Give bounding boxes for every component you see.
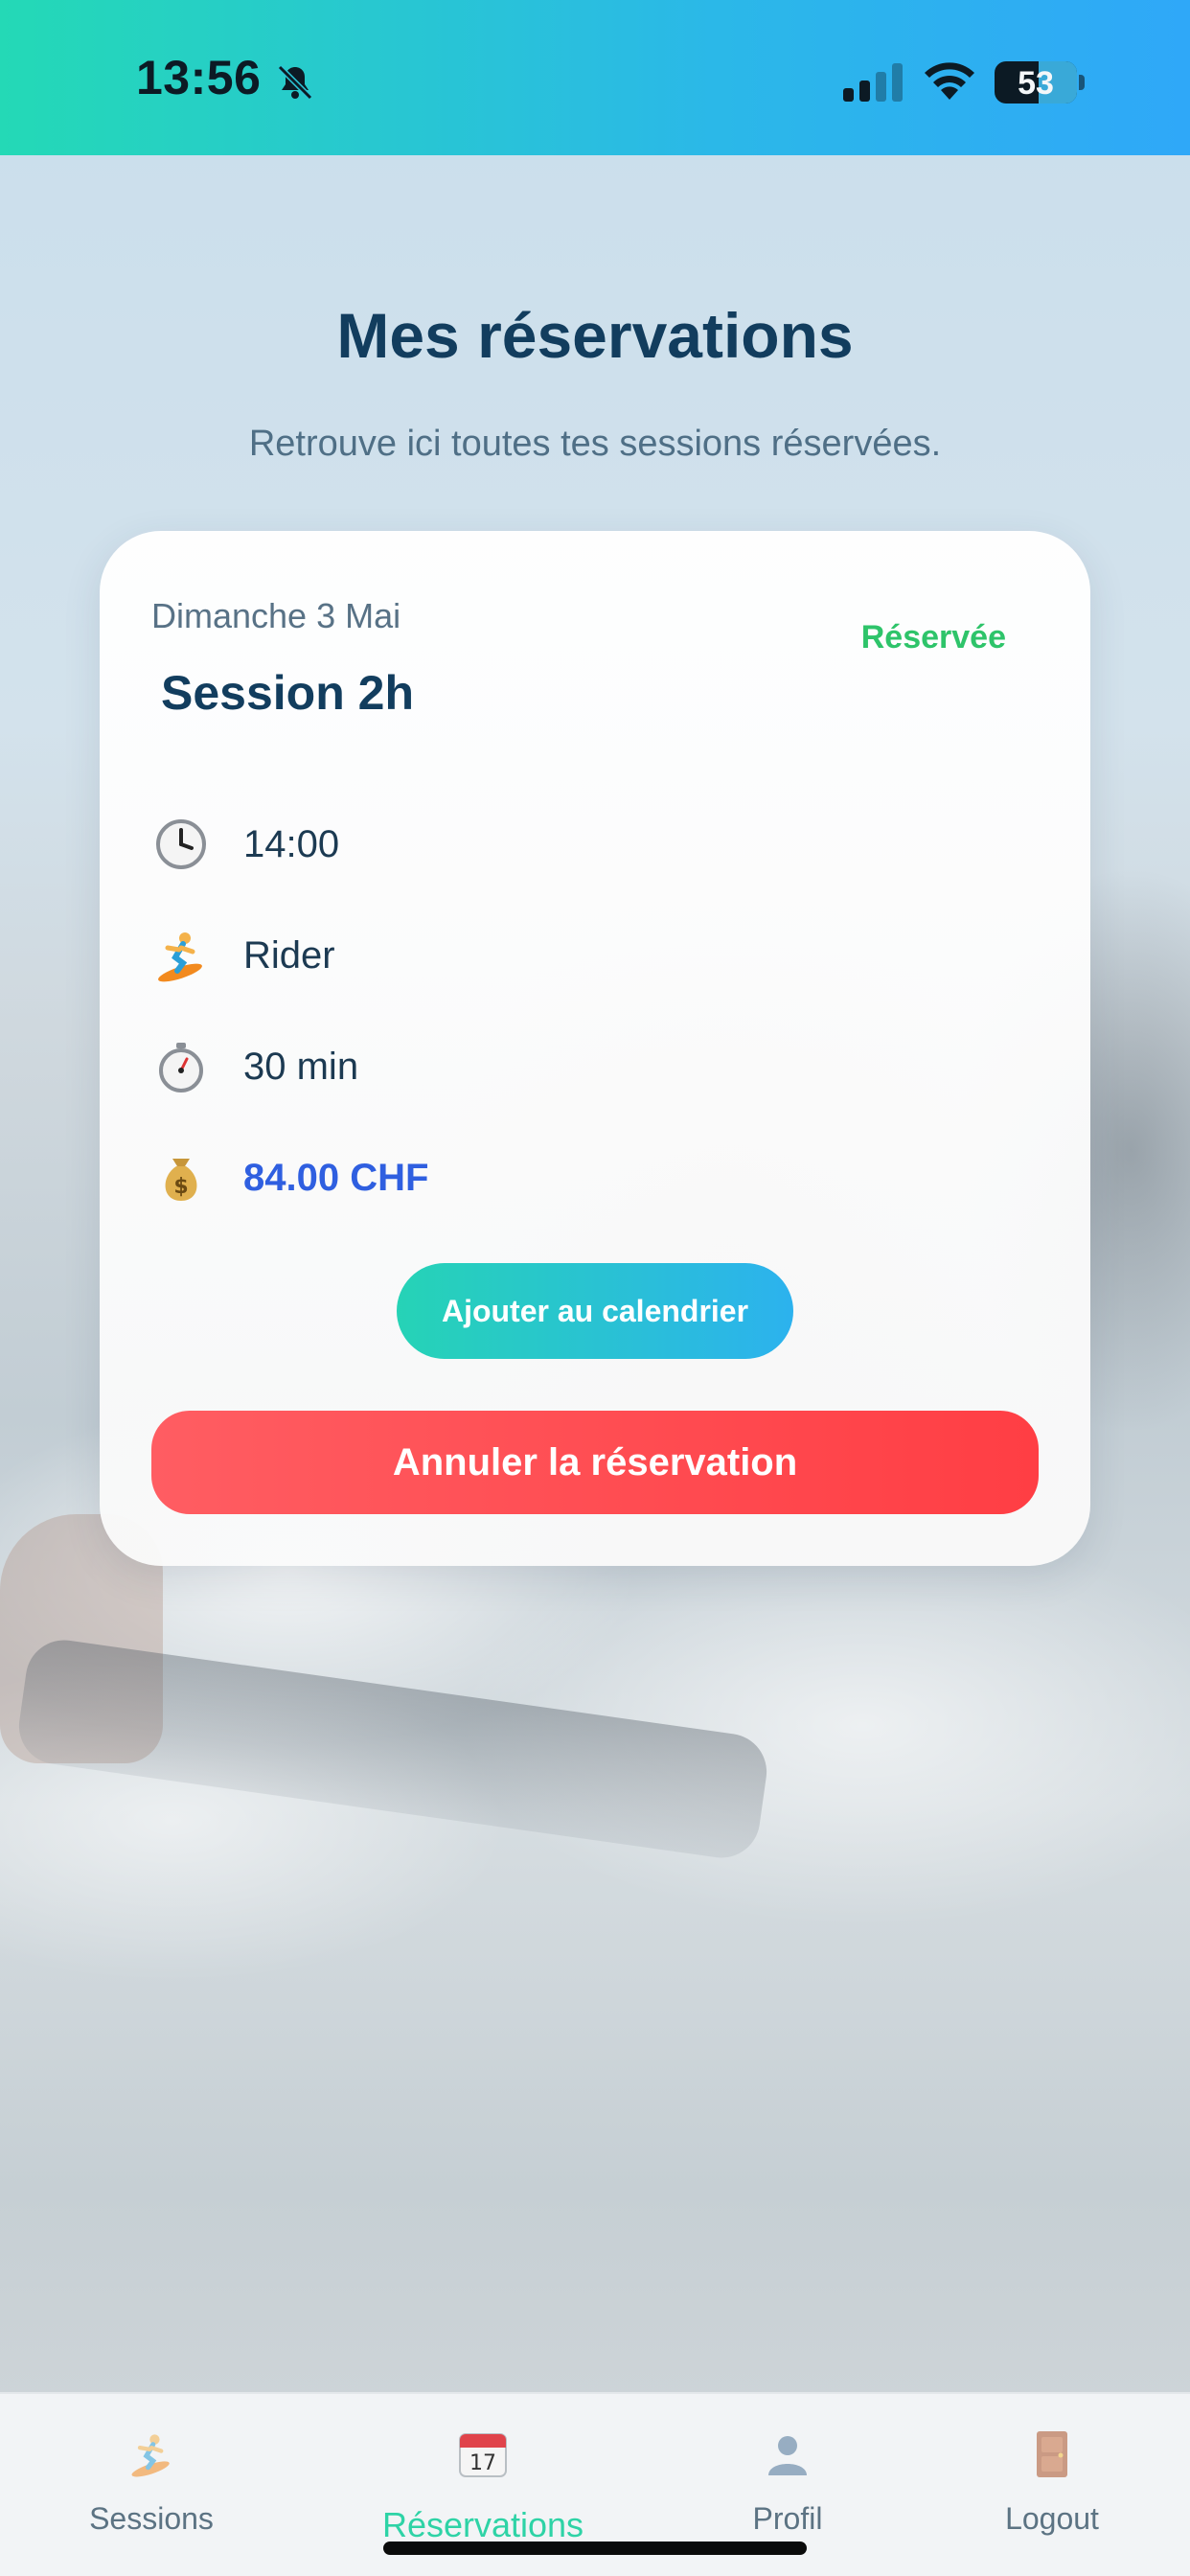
bell-slash-icon [277,64,313,101]
surfer-icon [126,2428,177,2480]
battery-cap [1079,75,1085,90]
detail-level: Rider [151,922,335,989]
session-duration: 30 min [243,1045,359,1088]
session-level: Rider [243,933,335,977]
home-indicator[interactable] [383,2542,807,2555]
tab-label: Logout [1005,2501,1099,2536]
detail-duration: 30 min [151,1033,358,1100]
calendar-icon: 17 [457,2428,509,2480]
detail-time: 14:00 [151,811,339,878]
door-icon [1026,2428,1078,2480]
tab-logout[interactable]: Logout [975,2394,1129,2576]
tab-label: Réservations [381,2505,584,2544]
session-time: 14:00 [243,822,340,865]
tab-label: Sessions [89,2501,214,2536]
svg-text:$: $ [173,1175,188,1199]
status-bar: 13:56 53 [0,0,1190,155]
page-title: Mes réservations [336,300,854,371]
clock-icon [151,815,211,874]
wifi-icon [925,62,974,100]
reservation-date: Dimanche 3 Mai [151,596,401,635]
status-badge: Réservée [860,619,1006,656]
user-icon [762,2428,813,2480]
status-time: 13:56 [136,51,262,104]
session-title: Session 2h [161,666,414,720]
cellular-signal-icon [843,63,903,102]
add-to-calendar-button[interactable]: Ajouter au calendrier [397,1263,793,1359]
detail-price: $ 84.00 CHF [151,1144,428,1211]
stopwatch-icon [151,1037,211,1096]
surfer-icon [151,926,211,985]
page-subtitle: Retrouve ici toutes tes sessions réservé… [248,424,942,464]
svg-text:17: 17 [469,2451,496,2475]
session-price: 84.00 CHF [243,1156,429,1199]
battery-level: 53 [1018,65,1054,102]
cancel-reservation-button[interactable]: Annuler la réservation [151,1411,1039,1514]
tab-label: Profil [752,2501,823,2536]
tab-sessions[interactable]: Sessions [56,2394,247,2576]
reservation-card: Dimanche 3 Mai Réservée Session 2h 14:00… [100,531,1090,1566]
money-bag-icon: $ [151,1148,211,1208]
battery-icon: 53 [995,61,1077,104]
